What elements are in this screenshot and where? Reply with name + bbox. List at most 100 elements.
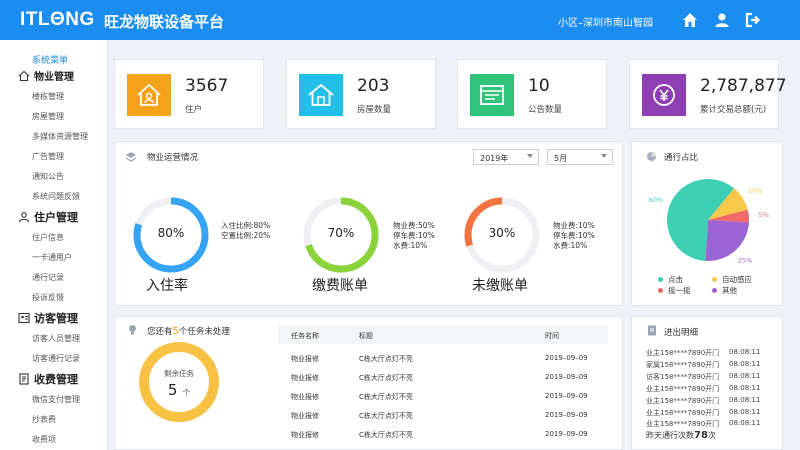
tasks-panel: 您还有5个任务未处理 剩余任务 5 个 任务名称 标题 时间 物业报修 C栋大厅点… (114, 316, 623, 450)
traffic-pie-chart: 60% 10% 5% 25% (649, 179, 769, 265)
year-select[interactable]: 2019年 (473, 149, 539, 165)
legend-label: 点击 (668, 275, 683, 284)
sidebar-item[interactable]: 住户信息 (0, 227, 107, 247)
gauge-details: 入住比例:80% 空置比例:20% (221, 221, 270, 241)
stat-icon-box (299, 74, 343, 116)
traffic-title: 通行占比 (664, 153, 699, 163)
sidebar-item[interactable]: 访客通行记录 (0, 348, 107, 368)
home-icon[interactable] (681, 11, 699, 29)
sidebar-item[interactable]: 通知公告 (0, 166, 107, 186)
sidebar-group-label: 收费管理 (34, 372, 78, 386)
legend-item: 自动感应 (712, 274, 752, 285)
month-value: 5月 (554, 154, 568, 163)
sidebar-group-property[interactable]: 物业管理 (0, 65, 107, 86)
log-time: 08:08:11 (729, 419, 761, 427)
sidebar-item[interactable]: 一卡通用户 (0, 247, 107, 267)
remaining-count: 5 (167, 381, 178, 399)
sidebar-item[interactable]: 抄表费 (0, 409, 107, 429)
stat-value: 2,787,877 (700, 76, 787, 96)
cell-title: C栋大厅点灯不亮 (359, 412, 413, 420)
lightbulb-icon (129, 325, 136, 335)
summary-unit: 次 (707, 431, 716, 440)
pie-slice-label: 10% (748, 187, 762, 195)
log-entry: 访客158****7890开门 (646, 373, 720, 381)
sidebar: 系统菜单 物业管理 楼栋管理 房屋管理 多媒体资源管理 广告管理 通知公告 系统… (0, 40, 108, 450)
log-entry: 业主158****7890开门 (646, 397, 720, 405)
user-icon[interactable] (713, 11, 731, 29)
operations-title: 物业运营情况 (147, 153, 199, 163)
cell-date: 2019–09–09 (545, 430, 588, 438)
gauge-details: 物业费:50% 停车费:10% 水费:10% (393, 221, 435, 251)
chevron-down-icon (527, 154, 533, 158)
column-header: 标题 (359, 332, 373, 340)
cell-title: C栋大厅点灯不亮 (359, 374, 413, 382)
stat-card-notices: 10 公告数量 (457, 59, 607, 129)
remaining-unit: 个 (182, 388, 191, 397)
stat-icon-box (127, 74, 171, 116)
sidebar-item[interactable]: 系统问题反馈 (0, 186, 107, 206)
chevron-down-icon (601, 154, 607, 158)
yen-coin-icon (653, 84, 675, 106)
legend-dot (712, 277, 717, 282)
brand-logo: ITLΘNG (20, 9, 95, 30)
sidebar-item[interactable]: 投诉反馈 (0, 287, 107, 307)
sidebar-item[interactable]: 通行记录 (0, 267, 107, 287)
gauge-title: 入住率 (146, 278, 188, 294)
cell-task-name: 物业报修 (291, 355, 319, 363)
receipt-icon (19, 372, 29, 385)
legend-item: 点击 (658, 274, 683, 285)
legend-item: 其他 (712, 285, 737, 296)
month-select[interactable]: 5月 (547, 149, 613, 165)
access-log-title: 进出明细 (664, 328, 699, 338)
access-log-panel: 进出明细 业主158****7890开门 08:08:11 家属158****78… (631, 316, 783, 450)
pie-slice-label: 60% (649, 196, 663, 204)
legend-dot (658, 288, 663, 293)
gauge-detail-line: 物业费:10% (553, 221, 595, 230)
summary-value: 78 (694, 430, 708, 441)
sidebar-group-label: 访客管理 (34, 311, 78, 325)
cell-task-name: 物业报修 (291, 431, 319, 439)
summary-label: 昨天通行次数 (646, 431, 694, 440)
sidebar-group-billing[interactable]: 收费管理 (0, 368, 107, 389)
column-header: 任务名称 (291, 332, 319, 340)
stat-value: 203 (357, 76, 390, 96)
stat-icon-box (470, 74, 514, 116)
sidebar-group-residents[interactable]: 住户管理 (0, 206, 107, 227)
gauge-detail-line: 水费:10% (393, 241, 428, 250)
community-selector[interactable]: 小区–深圳市南山智园 (558, 14, 653, 29)
log-time: 08:08:11 (729, 396, 761, 404)
logout-icon[interactable] (744, 11, 762, 29)
cell-date: 2019–09–09 (545, 373, 588, 381)
pie-slice-label: 25% (738, 257, 752, 265)
sidebar-item[interactable]: 广告管理 (0, 146, 107, 166)
sidebar-item[interactable]: 多媒体资源管理 (0, 126, 107, 146)
sidebar-item[interactable]: 楼栋管理 (0, 86, 107, 106)
sidebar-item[interactable]: 微信支付管理 (0, 389, 107, 409)
gauge-detail-line: 空置比例:20% (221, 231, 271, 240)
stat-label: 房屋数量 (357, 105, 392, 115)
system-menu-label: 系统菜单 (32, 56, 69, 66)
cell-title: C栋大厅点灯不亮 (359, 355, 413, 363)
log-entry: 业主158****7890开门 (646, 385, 720, 393)
legend-dot (712, 288, 717, 293)
log-entry: 业主158****7890开门 (646, 420, 720, 428)
notice-prefix: 您还有 (147, 327, 173, 337)
sidebar-item[interactable]: 访客人员管理 (0, 328, 107, 348)
donut-label: 剩余任务 (164, 369, 194, 378)
log-time: 08:08:11 (729, 360, 761, 368)
legend-item: 摇一摇 (658, 285, 691, 296)
sidebar-group-label: 物业管理 (34, 72, 74, 83)
stat-value: 10 (528, 76, 550, 96)
sidebar-item[interactable]: 收费项 (0, 429, 107, 449)
gauge-detail-line: 物业费:50% (393, 221, 435, 230)
log-entry: 业主158****7890开门 (646, 349, 720, 357)
gauge-percent: 70% (327, 226, 355, 240)
resident-house-icon (137, 83, 161, 106)
sidebar-group-visitors[interactable]: 访客管理 (0, 307, 107, 328)
stat-value: 3567 (185, 76, 229, 96)
stat-label: 住户 (185, 105, 203, 115)
log-time: 08:08:11 (729, 384, 761, 392)
sidebar-item[interactable]: 房屋管理 (0, 106, 107, 126)
pie-chart-icon (646, 151, 657, 162)
layers-icon (125, 152, 137, 162)
